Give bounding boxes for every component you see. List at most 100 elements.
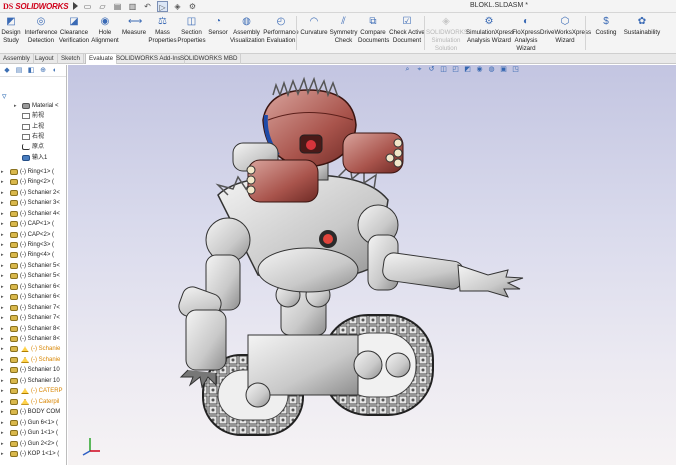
ribbon-button-symmetry[interactable]: ⫽ Symmetry Check <box>329 16 358 45</box>
ribbon-button-hole[interactable]: ◉ Hole Alignment <box>90 16 120 45</box>
config-manager-icon[interactable]: ◧ <box>26 66 36 76</box>
tree-item-plane[interactable]: 上视 <box>0 122 66 132</box>
expand-icon[interactable]: ▸ <box>1 177 4 187</box>
tree-item-component[interactable]: ▸ (-) Schanier 2< <box>0 188 66 198</box>
rebuild-icon[interactable]: ◈ <box>172 1 183 12</box>
tree-item-component[interactable]: ▸ (-) CATERP <box>0 386 66 396</box>
tab-solidworks-add-ins[interactable]: SOLIDWORKS Add-Ins <box>113 54 185 64</box>
tree-item-component[interactable]: ▸ (-) Schanier 8< <box>0 324 66 334</box>
expand-icon[interactable]: ▸ <box>1 303 4 313</box>
ribbon-button-compare[interactable]: ⧉ Compare Documents <box>358 16 389 45</box>
tree-item-component[interactable]: ▸ (-) Ring<1> ( <box>0 167 66 177</box>
solidworks-logo[interactable]: DS SOLIDWORKS <box>3 1 69 12</box>
tree-item-component[interactable]: ▸ (-) Schanie <box>0 355 66 365</box>
tree-item-component[interactable]: ▸ (-) CAP<2> ( <box>0 230 66 240</box>
tree-item-component[interactable]: ▸ (-) Ring<2> ( <box>0 177 66 187</box>
undo-icon[interactable]: ↶ <box>142 1 153 12</box>
save-icon[interactable]: ▤ <box>112 1 123 12</box>
tree-item-component[interactable]: ▸ (-) Schanier 7< <box>0 303 66 313</box>
expand-icon[interactable]: ▸ <box>1 344 4 354</box>
tree-item-component[interactable]: ▸ (-) BODY COM <box>0 407 66 417</box>
ribbon-button-section[interactable]: ◫ Section Properties <box>177 16 206 45</box>
graphics-viewport[interactable]: ⌕ ⌖ ↺ ◫ ◰ ◩ ◉ ◍ ▣ ◳ <box>68 65 676 465</box>
tree-item-component[interactable]: ▸ (-) Schanier 6< <box>0 292 66 302</box>
tree-item-component[interactable]: ▸ (-) Schanier 4< <box>0 209 66 219</box>
dimxpert-icon[interactable]: ⊕ <box>38 66 48 76</box>
tab-layout[interactable]: Layout <box>32 54 58 64</box>
expand-icon[interactable]: ▸ <box>1 334 4 344</box>
tree-item-component[interactable]: ▸ (-) Schanier 5< <box>0 261 66 271</box>
ribbon-button-assembly-vis[interactable]: ◍ Assembly Visualization <box>230 16 265 45</box>
feature-tree-icon[interactable]: ◆ <box>2 66 12 76</box>
expand-icon[interactable]: ▸ <box>1 261 4 271</box>
expand-icon[interactable]: ▸ <box>1 271 4 281</box>
display-manager-icon[interactable]: ◐ <box>50 66 60 76</box>
expand-icon[interactable]: ▸ <box>1 313 4 323</box>
tab-assembly[interactable]: Assembly <box>0 54 34 64</box>
new-icon[interactable]: ▭ <box>82 1 93 12</box>
expand-icon[interactable]: ▸ <box>1 240 4 250</box>
expand-icon[interactable]: ▸ <box>1 376 4 386</box>
tree-item-component[interactable]: ▸ (-) Schanier 6< <box>0 282 66 292</box>
tree-item-component[interactable]: ▸ (-) Schanier 7< <box>0 313 66 323</box>
select-icon[interactable]: ▷ <box>157 1 168 12</box>
ribbon-button-performance[interactable]: ◴ Performance Evaluation <box>263 16 299 45</box>
ribbon-button-simulation[interactable]: ◈ SOLIDWORKS Simulation Solution <box>426 16 468 53</box>
tree-item-component[interactable]: ▸ (-) Schanier 10 <box>0 365 66 375</box>
ribbon-button-measure[interactable]: ⟷ Measure <box>120 16 148 37</box>
expand-icon[interactable]: ▸ <box>1 219 4 229</box>
ribbon-button-design-study[interactable]: ◩ Design Study <box>0 16 22 45</box>
tree-item-component[interactable]: ▸ (-) Schanier 10 <box>0 376 66 386</box>
expand-icon[interactable]: ▸ <box>1 188 4 198</box>
ribbon-button-sensor[interactable]: ◔ Sensor <box>206 16 230 37</box>
tree-item-component[interactable]: ▸ (-) Gun 1<1> ( <box>0 428 66 438</box>
expand-icon[interactable]: ▸ <box>1 397 4 407</box>
ribbon-button-costing[interactable]: $ Costing <box>590 16 622 37</box>
expand-icon[interactable]: ▸ <box>1 230 4 240</box>
tree-item-import[interactable]: 输入1 <box>0 153 66 163</box>
tree-item-component[interactable]: ▸ (-) Caterpil <box>0 397 66 407</box>
menu-expand-arrow-icon[interactable] <box>73 2 78 10</box>
expand-icon[interactable]: ▸ <box>1 449 4 459</box>
robot-assembly-model[interactable] <box>68 65 676 465</box>
expand-icon[interactable]: ▸ <box>1 428 4 438</box>
expand-icon[interactable]: ▸ <box>1 418 4 428</box>
expand-icon[interactable]: ▸ <box>1 365 4 375</box>
tree-item-component[interactable]: ▸ (-) Schanier 5< <box>0 271 66 281</box>
tab-sketch[interactable]: Sketch <box>58 54 84 64</box>
expand-icon[interactable]: ▸ <box>1 439 4 449</box>
ribbon-button-clearance[interactable]: ◪ Clearance Verification <box>58 16 90 45</box>
tree-item-component[interactable]: ▸ (-) Ring<3> ( <box>0 240 66 250</box>
expand-icon[interactable]: ▸ <box>1 250 4 260</box>
expand-icon[interactable]: ▸ <box>1 355 4 365</box>
ribbon-button-interference[interactable]: ◎ Interference Detection <box>24 16 58 45</box>
tree-item-origin[interactable]: 原点 <box>0 142 66 152</box>
axis-triad-icon[interactable] <box>80 435 102 457</box>
expand-icon[interactable]: ▸ <box>1 209 4 219</box>
tree-item-component[interactable]: ▸ (-) CAP<1> ( <box>0 219 66 229</box>
ribbon-button-sustainability[interactable]: ✿ Sustainability <box>622 16 662 37</box>
ribbon-button-driveworks[interactable]: ⬡ DriveWorksXpress Wizard <box>540 16 591 45</box>
expand-icon[interactable]: ▸ <box>1 198 4 208</box>
tree-item-plane[interactable]: 右视 <box>0 132 66 142</box>
property-manager-icon[interactable]: ▤ <box>14 66 24 76</box>
tree-item-component[interactable]: ▸ (-) KOP 1<1> ( <box>0 449 66 459</box>
expand-icon[interactable]: ▸ <box>1 292 4 302</box>
tree-item-material[interactable]: Material < ▸ <box>0 101 66 111</box>
tree-item-component[interactable]: ▸ (-) Gun 2<2> ( <box>0 439 66 449</box>
open-icon[interactable]: ▱ <box>97 1 108 12</box>
print-icon[interactable]: ▥ <box>127 1 138 12</box>
ribbon-button-curvature[interactable]: ◠ Curvature <box>299 16 329 37</box>
expand-icon[interactable]: ▸ <box>1 282 4 292</box>
tree-item-component[interactable]: ▸ (-) Schanie <box>0 344 66 354</box>
tab-solidworks-mbd[interactable]: SOLIDWORKS MBD <box>177 54 242 64</box>
ribbon-button-floxpress[interactable]: ◐ FloXpress Analysis Wizard <box>512 16 540 53</box>
expand-icon[interactable]: ▸ <box>1 167 4 177</box>
ribbon-button-mass[interactable]: ⚖ Mass Properties <box>148 16 177 45</box>
tree-item-component[interactable]: ▸ (-) Gun 6<1> ( <box>0 418 66 428</box>
expand-icon[interactable]: ▸ <box>1 324 4 334</box>
expand-icon[interactable]: ▸ <box>1 407 4 417</box>
tree-item-component[interactable]: ▸ (-) Schanier 3< <box>0 198 66 208</box>
options-icon[interactable]: ⚙ <box>187 1 198 12</box>
expand-icon[interactable]: ▸ <box>14 101 17 111</box>
